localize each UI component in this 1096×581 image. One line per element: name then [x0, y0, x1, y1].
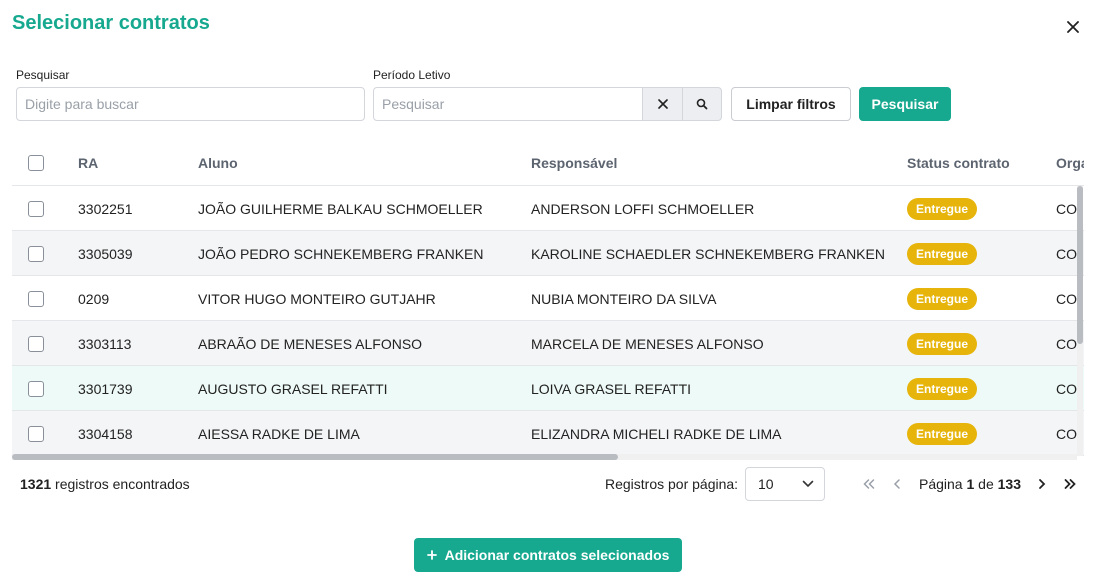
- row-status: Entregue: [907, 231, 978, 276]
- select-contracts-modal: Selecionar contratos Pesquisar Período L…: [0, 0, 1096, 581]
- row-status: Entregue: [907, 186, 978, 231]
- search-button[interactable]: Pesquisar: [859, 87, 951, 121]
- vertical-scroll-thumb[interactable]: [1077, 186, 1083, 344]
- select-all-checkbox[interactable]: [28, 140, 44, 186]
- row-status: Entregue: [907, 411, 978, 456]
- vertical-scrollbar[interactable]: [1077, 186, 1083, 456]
- chevron-left-icon: [893, 479, 900, 489]
- status-badge: Entregue: [907, 287, 978, 310]
- chevron-down-icon: [802, 480, 814, 488]
- row-student: ABRAÃO DE MENESES ALFONSO: [198, 335, 423, 352]
- period-actions: [642, 87, 722, 121]
- period-input[interactable]: [373, 87, 643, 121]
- row-student: VITOR HUGO MONTEIRO GUTJAHR: [198, 290, 436, 307]
- horizontal-scrollbar[interactable]: [12, 454, 1077, 460]
- status-badge: Entregue: [907, 422, 978, 445]
- column-header-ra[interactable]: RA: [78, 140, 98, 186]
- per-page-value: 10: [758, 476, 774, 492]
- double-chevron-left-icon: [863, 479, 875, 489]
- table-row[interactable]: 3303113 ABRAÃO DE MENESES ALFONSO MARCEL…: [12, 321, 1084, 366]
- chevron-right-icon: [1039, 479, 1046, 489]
- row-student: AUGUSTO GRASEL REFATTI: [198, 380, 388, 397]
- status-badge: Entregue: [907, 332, 978, 355]
- row-status: Entregue: [907, 321, 978, 366]
- row-checkbox[interactable]: [28, 231, 44, 276]
- period-label: Período Letivo: [373, 68, 451, 82]
- page-indicator: Página 1 de 133: [919, 476, 1021, 492]
- row-checkbox[interactable]: [28, 321, 44, 366]
- row-checkbox[interactable]: [28, 186, 44, 231]
- row-guardian: MARCELA DE MENESES ALFONSO: [531, 335, 764, 352]
- per-page-label: Registros por página:: [605, 476, 739, 492]
- row-ra: 3301739: [78, 380, 133, 397]
- plus-icon: [426, 550, 437, 560]
- row-ra: 0209: [78, 290, 110, 307]
- add-selected-contracts-label: Adicionar contratos selecionados: [444, 547, 670, 563]
- records-count: 1321 registros encontrados: [20, 476, 190, 492]
- per-page-select[interactable]: 10: [745, 467, 825, 501]
- row-student: AIESSA RADKE DE LIMA: [198, 425, 360, 442]
- row-guardian: LOIVA GRASEL REFATTI: [531, 380, 692, 397]
- column-header-aluno[interactable]: Aluno: [198, 140, 238, 186]
- row-status: Entregue: [907, 276, 978, 321]
- clear-filters-button[interactable]: Limpar filtros: [731, 87, 851, 121]
- previous-page-button[interactable]: [887, 474, 907, 494]
- modal-title: Selecionar contratos: [12, 12, 210, 34]
- status-badge: Entregue: [907, 377, 978, 400]
- column-header-responsavel[interactable]: Responsável: [531, 140, 617, 186]
- close-icon: [657, 99, 668, 109]
- row-student: JOÃO GUILHERME BALKAU SCHMOELLER: [198, 200, 483, 217]
- status-badge: Entregue: [907, 242, 978, 265]
- last-page-button[interactable]: [1060, 474, 1080, 494]
- table-header: RA Aluno Responsável Status contrato Org…: [12, 140, 1084, 186]
- period-search-button[interactable]: [682, 87, 722, 121]
- search-icon: [696, 98, 708, 110]
- close-button[interactable]: [1062, 16, 1084, 38]
- row-guardian: ELIZANDRA MICHELI RADKE DE LIMA: [531, 425, 782, 442]
- row-ra: 3303113: [78, 335, 132, 352]
- page-current: 1: [966, 476, 975, 492]
- table-row[interactable]: 3305039 JOÃO PEDRO SCHNEKEMBERG FRANKEN …: [12, 231, 1084, 276]
- table-row[interactable]: 3302251 JOÃO GUILHERME BALKAU SCHMOELLER…: [12, 186, 1084, 231]
- table-row[interactable]: 3301739 AUGUSTO GRASEL REFATTI LOIVA GRA…: [12, 366, 1084, 411]
- close-icon: [1067, 21, 1079, 33]
- column-header-status[interactable]: Status contrato: [907, 140, 1010, 186]
- records-count-number: 1321: [20, 476, 52, 492]
- first-page-button[interactable]: [859, 474, 879, 494]
- row-guardian: KAROLINE SCHAEDLER SCHNEKEMBERG FRANKEN: [531, 245, 885, 262]
- records-count-suffix: registros encontrados: [55, 476, 190, 492]
- row-checkbox[interactable]: [28, 366, 44, 411]
- row-student: JOÃO PEDRO SCHNEKEMBERG FRANKEN: [198, 245, 484, 262]
- row-ra: 3302251: [78, 200, 133, 217]
- next-page-button[interactable]: [1032, 474, 1052, 494]
- add-selected-contracts-button[interactable]: Adicionar contratos selecionados: [414, 538, 682, 572]
- search-input[interactable]: [16, 87, 365, 121]
- horizontal-scroll-thumb[interactable]: [12, 454, 618, 460]
- row-checkbox[interactable]: [28, 276, 44, 321]
- row-guardian: ANDERSON LOFFI SCHMOELLER: [531, 200, 755, 217]
- table-row[interactable]: 3304158 AIESSA RADKE DE LIMA ELIZANDRA M…: [12, 411, 1084, 456]
- page-of: de: [978, 476, 994, 492]
- page-prefix: Página: [919, 476, 963, 492]
- contracts-table: RA Aluno Responsável Status contrato Org…: [12, 140, 1084, 462]
- page-total: 133: [997, 476, 1021, 492]
- table-row[interactable]: 0209 VITOR HUGO MONTEIRO GUTJAHR NUBIA M…: [12, 276, 1084, 321]
- search-label: Pesquisar: [16, 68, 70, 82]
- row-checkbox[interactable]: [28, 411, 44, 456]
- status-badge: Entregue: [907, 197, 978, 220]
- row-guardian: NUBIA MONTEIRO DA SILVA: [531, 290, 717, 307]
- row-ra: 3304158: [78, 425, 133, 442]
- period-clear-button[interactable]: [642, 87, 682, 121]
- column-header-organization[interactable]: Orga: [1056, 140, 1084, 186]
- row-ra: 3305039: [78, 245, 133, 262]
- row-status: Entregue: [907, 366, 978, 411]
- double-chevron-right-icon: [1064, 479, 1076, 489]
